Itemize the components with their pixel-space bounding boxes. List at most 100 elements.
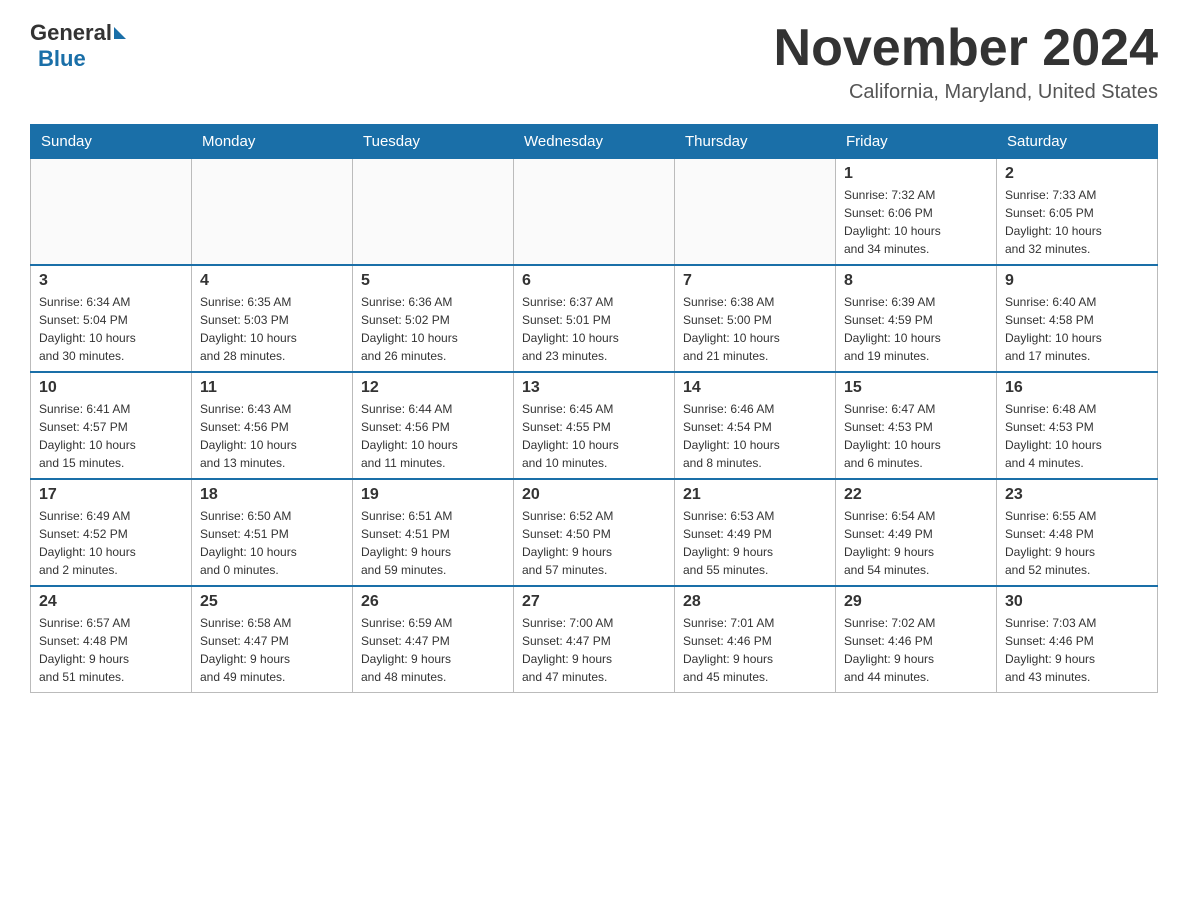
table-row: 28 Sunrise: 7:01 AMSunset: 4:46 PMDayligh… bbox=[675, 586, 836, 693]
day-number: 25 bbox=[200, 593, 344, 611]
day-info: Sunrise: 6:51 AMSunset: 4:51 PMDaylight:… bbox=[361, 507, 505, 579]
table-row: 7 Sunrise: 6:38 AMSunset: 5:00 PMDaylight… bbox=[675, 265, 836, 372]
day-number: 22 bbox=[844, 486, 988, 504]
day-info: Sunrise: 7:01 AMSunset: 4:46 PMDaylight:… bbox=[683, 614, 827, 686]
day-number: 29 bbox=[844, 593, 988, 611]
table-row: 18Sunrise: 6:50 AMSunset: 4:51 PMDayligh… bbox=[192, 479, 353, 586]
day-number: 10 bbox=[39, 379, 183, 397]
day-info: Sunrise: 6:46 AMSunset: 4:54 PMDaylight:… bbox=[683, 400, 827, 472]
calendar-row: 1 Sunrise: 7:32 AMSunset: 6:06 PMDaylight… bbox=[31, 159, 1158, 266]
day-info: Sunrise: 6:38 AMSunset: 5:00 PMDaylight:… bbox=[683, 293, 827, 365]
calendar-row: 3Sunrise: 6:34 AMSunset: 5:04 PMDaylight… bbox=[31, 265, 1158, 372]
day-number: 9 bbox=[1005, 272, 1149, 290]
table-row: 16 Sunrise: 6:48 AMSunset: 4:53 PMDayligh… bbox=[997, 372, 1158, 479]
day-number: 2 bbox=[1005, 165, 1149, 183]
day-number: 13 bbox=[522, 379, 666, 397]
day-info: Sunrise: 6:57 AMSunset: 4:48 PMDaylight:… bbox=[39, 614, 183, 686]
day-info: Sunrise: 6:44 AMSunset: 4:56 PMDaylight:… bbox=[361, 400, 505, 472]
table-row: 27 Sunrise: 7:00 AMSunset: 4:47 PMDayligh… bbox=[514, 586, 675, 693]
day-info: Sunrise: 6:47 AMSunset: 4:53 PMDaylight:… bbox=[844, 400, 988, 472]
day-info: Sunrise: 6:45 AMSunset: 4:55 PMDaylight:… bbox=[522, 400, 666, 472]
table-row: 17 Sunrise: 6:49 AMSunset: 4:52 PMDayligh… bbox=[31, 479, 192, 586]
col-saturday: Saturday bbox=[997, 125, 1158, 159]
logo-triangle-icon bbox=[114, 27, 126, 39]
col-monday: Monday bbox=[192, 125, 353, 159]
day-number: 21 bbox=[683, 486, 827, 504]
table-row: 30 Sunrise: 7:03 AMSunset: 4:46 PMDayligh… bbox=[997, 586, 1158, 693]
table-row: 12 Sunrise: 6:44 AMSunset: 4:56 PMDayligh… bbox=[353, 372, 514, 479]
calendar-row: 10Sunrise: 6:41 AMSunset: 4:57 PMDayligh… bbox=[31, 372, 1158, 479]
day-info: Sunrise: 6:48 AMSunset: 4:53 PMDaylight:… bbox=[1005, 400, 1149, 472]
day-info: Sunrise: 6:37 AMSunset: 5:01 PMDaylight:… bbox=[522, 293, 666, 365]
day-number: 30 bbox=[1005, 593, 1149, 611]
table-row bbox=[353, 159, 514, 266]
day-number: 6 bbox=[522, 272, 666, 290]
header: General Blue November 2024 California, M… bbox=[30, 20, 1158, 104]
table-row: 15 Sunrise: 6:47 AMSunset: 4:53 PMDayligh… bbox=[836, 372, 997, 479]
table-row: 14 Sunrise: 6:46 AMSunset: 4:54 PMDayligh… bbox=[675, 372, 836, 479]
day-number: 18 bbox=[200, 486, 344, 504]
table-row: 10Sunrise: 6:41 AMSunset: 4:57 PMDayligh… bbox=[31, 372, 192, 479]
logo-blue: Blue bbox=[38, 46, 86, 71]
calendar-row: 17 Sunrise: 6:49 AMSunset: 4:52 PMDayligh… bbox=[31, 479, 1158, 586]
logo-blue-label: Blue bbox=[34, 46, 86, 72]
day-info: Sunrise: 6:53 AMSunset: 4:49 PMDaylight:… bbox=[683, 507, 827, 579]
day-info: Sunrise: 7:03 AMSunset: 4:46 PMDaylight:… bbox=[1005, 614, 1149, 686]
day-info: Sunrise: 6:39 AMSunset: 4:59 PMDaylight:… bbox=[844, 293, 988, 365]
col-sunday: Sunday bbox=[31, 125, 192, 159]
day-number: 24 bbox=[39, 593, 183, 611]
table-row bbox=[192, 159, 353, 266]
day-number: 8 bbox=[844, 272, 988, 290]
logo-area: General Blue bbox=[30, 20, 126, 72]
day-info: Sunrise: 6:54 AMSunset: 4:49 PMDaylight:… bbox=[844, 507, 988, 579]
day-number: 14 bbox=[683, 379, 827, 397]
table-row: 24 Sunrise: 6:57 AMSunset: 4:48 PMDayligh… bbox=[31, 586, 192, 693]
calendar-location: California, Maryland, United States bbox=[774, 81, 1158, 104]
day-number: 3 bbox=[39, 272, 183, 290]
table-row: 4Sunrise: 6:35 AMSunset: 5:03 PMDaylight… bbox=[192, 265, 353, 372]
table-row: 2 Sunrise: 7:33 AMSunset: 6:05 PMDaylight… bbox=[997, 159, 1158, 266]
day-info: Sunrise: 6:58 AMSunset: 4:47 PMDaylight:… bbox=[200, 614, 344, 686]
day-number: 4 bbox=[200, 272, 344, 290]
table-row: 9Sunrise: 6:40 AMSunset: 4:58 PMDaylight… bbox=[997, 265, 1158, 372]
day-info: Sunrise: 7:00 AMSunset: 4:47 PMDaylight:… bbox=[522, 614, 666, 686]
calendar-title: November 2024 bbox=[774, 20, 1158, 77]
table-row: 20 Sunrise: 6:52 AMSunset: 4:50 PMDayligh… bbox=[514, 479, 675, 586]
calendar-table: Sunday Monday Tuesday Wednesday Thursday… bbox=[30, 124, 1158, 693]
table-row: 21 Sunrise: 6:53 AMSunset: 4:49 PMDayligh… bbox=[675, 479, 836, 586]
day-number: 11 bbox=[200, 379, 344, 397]
day-info: Sunrise: 6:43 AMSunset: 4:56 PMDaylight:… bbox=[200, 400, 344, 472]
table-row: 5 Sunrise: 6:36 AMSunset: 5:02 PMDaylight… bbox=[353, 265, 514, 372]
calendar-row: 24 Sunrise: 6:57 AMSunset: 4:48 PMDayligh… bbox=[31, 586, 1158, 693]
table-row: 8 Sunrise: 6:39 AMSunset: 4:59 PMDaylight… bbox=[836, 265, 997, 372]
day-number: 17 bbox=[39, 486, 183, 504]
day-number: 7 bbox=[683, 272, 827, 290]
day-number: 20 bbox=[522, 486, 666, 504]
col-wednesday: Wednesday bbox=[514, 125, 675, 159]
table-row: 3Sunrise: 6:34 AMSunset: 5:04 PMDaylight… bbox=[31, 265, 192, 372]
table-row: 1 Sunrise: 7:32 AMSunset: 6:06 PMDaylight… bbox=[836, 159, 997, 266]
day-info: Sunrise: 6:49 AMSunset: 4:52 PMDaylight:… bbox=[39, 507, 183, 579]
table-row: 13 Sunrise: 6:45 AMSunset: 4:55 PMDayligh… bbox=[514, 372, 675, 479]
day-number: 12 bbox=[361, 379, 505, 397]
day-info: Sunrise: 7:33 AMSunset: 6:05 PMDaylight:… bbox=[1005, 186, 1149, 258]
day-number: 1 bbox=[844, 165, 988, 183]
table-row: 19 Sunrise: 6:51 AMSunset: 4:51 PMDayligh… bbox=[353, 479, 514, 586]
day-info: Sunrise: 7:02 AMSunset: 4:46 PMDaylight:… bbox=[844, 614, 988, 686]
day-number: 28 bbox=[683, 593, 827, 611]
day-info: Sunrise: 6:36 AMSunset: 5:02 PMDaylight:… bbox=[361, 293, 505, 365]
logo-general: General bbox=[30, 20, 112, 46]
day-number: 5 bbox=[361, 272, 505, 290]
day-info: Sunrise: 6:52 AMSunset: 4:50 PMDaylight:… bbox=[522, 507, 666, 579]
table-row bbox=[31, 159, 192, 266]
day-number: 27 bbox=[522, 593, 666, 611]
col-friday: Friday bbox=[836, 125, 997, 159]
title-area: November 2024 California, Maryland, Unit… bbox=[774, 20, 1158, 104]
day-number: 19 bbox=[361, 486, 505, 504]
day-number: 23 bbox=[1005, 486, 1149, 504]
day-info: Sunrise: 7:32 AMSunset: 6:06 PMDaylight:… bbox=[844, 186, 988, 258]
day-number: 16 bbox=[1005, 379, 1149, 397]
table-row: 6 Sunrise: 6:37 AMSunset: 5:01 PMDaylight… bbox=[514, 265, 675, 372]
table-row: 29 Sunrise: 7:02 AMSunset: 4:46 PMDayligh… bbox=[836, 586, 997, 693]
day-number: 15 bbox=[844, 379, 988, 397]
